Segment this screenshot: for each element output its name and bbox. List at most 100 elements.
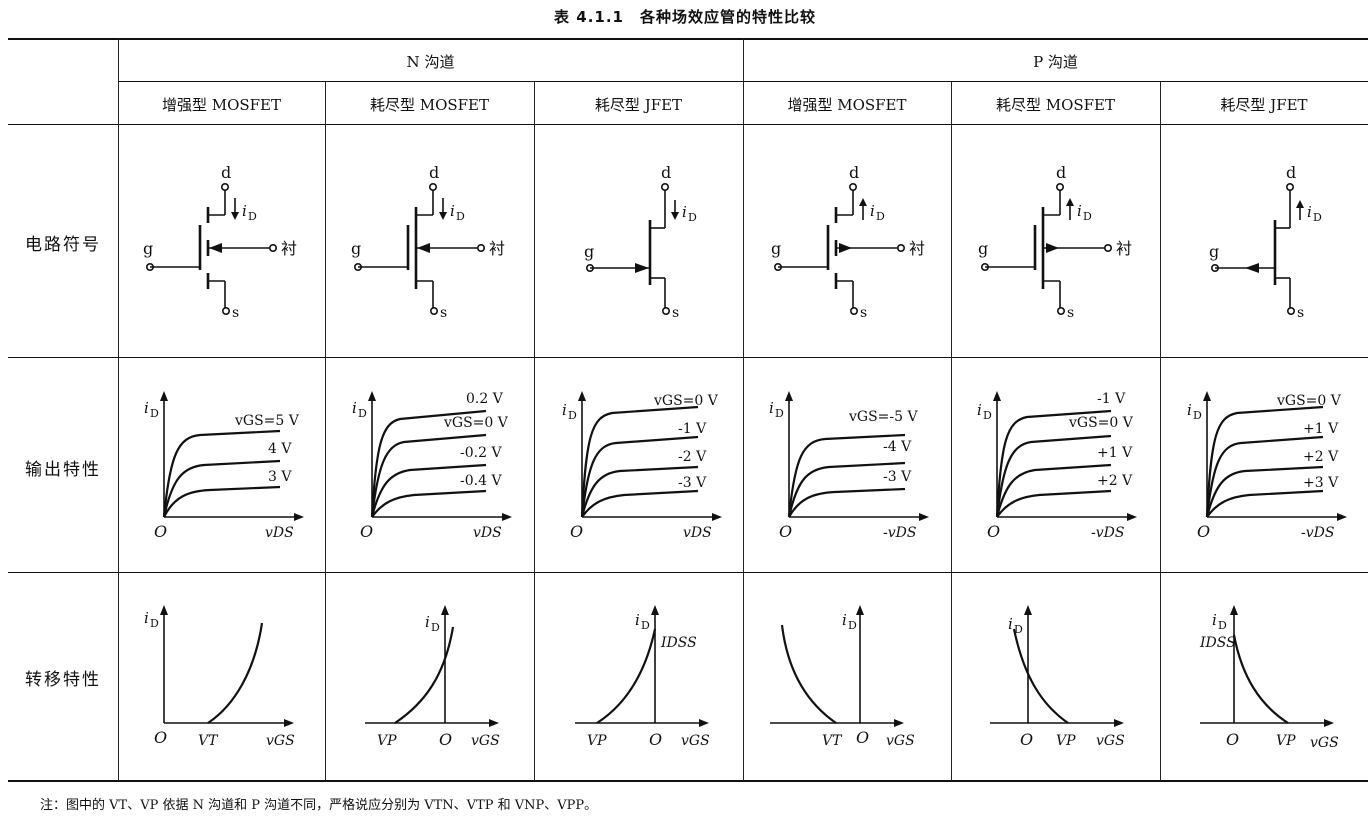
- svg-text:0.2 V: 0.2 V: [466, 391, 504, 407]
- svg-text:D: D: [1313, 211, 1322, 224]
- svg-text:s: s: [672, 305, 679, 321]
- svg-text:D: D: [150, 407, 159, 420]
- svg-text:i: i: [450, 202, 455, 220]
- output-curve-3: iD O vGS=0 V -1 V -2 V -3 V vDS: [558, 385, 733, 555]
- svg-text:i: i: [1212, 611, 1217, 629]
- svg-text:s: s: [860, 305, 867, 321]
- svg-text:衬: 衬: [489, 239, 505, 258]
- svg-text:+1 V: +1 V: [1303, 421, 1339, 437]
- svg-text:D: D: [641, 619, 650, 632]
- svg-text:i: i: [842, 611, 847, 629]
- svg-text:O: O: [570, 522, 583, 541]
- svg-text:D: D: [248, 210, 257, 223]
- svg-text:g: g: [978, 239, 988, 258]
- table-title: 表 4.1.1 各种场效应管的特性比较: [554, 8, 816, 26]
- svg-text:D: D: [876, 210, 885, 223]
- column-header-5: 耗尽型 MOSFET: [995, 96, 1116, 114]
- svg-text:衬: 衬: [909, 239, 925, 258]
- svg-text:i: i: [1307, 203, 1312, 221]
- svg-text:vDS: vDS: [265, 525, 294, 541]
- svg-text:O: O: [154, 728, 167, 747]
- column-header-1: 增强型 MOSFET: [161, 96, 282, 114]
- svg-text:-2 V: -2 V: [678, 449, 707, 465]
- table-bottom-rule: [8, 780, 1368, 782]
- svg-text:O: O: [1020, 730, 1033, 749]
- svg-text:d: d: [1056, 163, 1066, 182]
- svg-text:i: i: [977, 401, 982, 419]
- svg-text:vGS: vGS: [681, 733, 710, 749]
- svg-text:vDS: vDS: [683, 525, 712, 541]
- col-divider-4: [951, 82, 952, 781]
- svg-text:D: D: [688, 211, 697, 224]
- svg-text:i: i: [682, 203, 687, 221]
- svg-text:衬: 衬: [1116, 239, 1132, 258]
- transfer-curve-4: iD VT O vGS: [760, 595, 935, 760]
- svg-text:vGS: vGS: [266, 733, 295, 749]
- svg-text:vGS: vGS: [471, 733, 500, 749]
- svg-text:D: D: [1218, 619, 1227, 632]
- svg-text:D: D: [150, 617, 159, 630]
- svg-text:O: O: [360, 522, 373, 541]
- svg-text:vGS=5 V: vGS=5 V: [234, 413, 300, 429]
- svg-text:D: D: [775, 407, 784, 420]
- svg-text:d: d: [429, 163, 439, 182]
- svg-text:O: O: [1226, 730, 1239, 749]
- svg-text:O: O: [987, 522, 1000, 541]
- col-divider-1: [325, 82, 326, 781]
- row-rule-2: [8, 572, 1368, 573]
- svg-text:-vDS: -vDS: [1301, 525, 1334, 541]
- group-divider: [743, 39, 744, 781]
- svg-text:VP: VP: [587, 733, 607, 749]
- svg-text:vGS=0 V: vGS=0 V: [1276, 393, 1342, 409]
- svg-text:O: O: [649, 730, 662, 749]
- row-rule-1: [8, 357, 1368, 358]
- source-label: s: [232, 305, 239, 321]
- column-header-3: 耗尽型 JFET: [594, 96, 683, 114]
- svg-text:vGS=0 V: vGS=0 V: [443, 415, 509, 431]
- svg-text:VP: VP: [377, 733, 397, 749]
- svg-text:vGS=0 V: vGS=0 V: [653, 393, 719, 409]
- svg-text:g: g: [771, 239, 781, 258]
- svg-text:i: i: [870, 202, 875, 220]
- svg-text:i: i: [242, 202, 247, 220]
- svg-text:s: s: [440, 305, 447, 321]
- svg-text:D: D: [1083, 210, 1092, 223]
- svg-text:+2 V: +2 V: [1097, 473, 1133, 489]
- col-divider-2: [534, 82, 535, 781]
- svg-text:D: D: [848, 619, 857, 632]
- row-label-symbol: 电路符号: [25, 235, 101, 255]
- column-header-rule: [8, 124, 1368, 125]
- svg-text:3 V: 3 V: [268, 469, 292, 485]
- symbol-p-jfet: d g s iD: [1205, 160, 1365, 325]
- svg-text:vDS: vDS: [473, 525, 502, 541]
- svg-text:-3 V: -3 V: [678, 475, 707, 491]
- svg-text:g: g: [351, 239, 361, 258]
- svg-text:-0.4 V: -0.4 V: [460, 473, 502, 489]
- svg-text:i: i: [769, 399, 774, 417]
- svg-text:-vDS: -vDS: [883, 525, 916, 541]
- svg-text:i: i: [425, 613, 430, 631]
- svg-text:vGS: vGS: [1310, 735, 1339, 751]
- svg-text:D: D: [431, 621, 440, 634]
- symbol-n-dep-mosfet: d g 衬 s iD: [348, 160, 528, 325]
- svg-text:-3 V: -3 V: [883, 469, 912, 485]
- svg-text:s: s: [1297, 305, 1304, 321]
- svg-text:i: i: [1187, 401, 1192, 419]
- drain-label: d: [221, 163, 231, 182]
- footnote: 注：图中的 VT、VP 依据 N 沟道和 P 沟道不同，严格说应分别为 VTN、…: [40, 798, 598, 813]
- svg-text:-1 V: -1 V: [1097, 391, 1126, 407]
- transfer-curve-1: iD O VT vGS: [140, 595, 315, 760]
- svg-text:O: O: [154, 522, 167, 541]
- row-label-transfer: 转移特性: [25, 670, 101, 690]
- svg-text:i: i: [562, 401, 567, 419]
- svg-text:VP: VP: [1056, 733, 1076, 749]
- output-curve-2: iD O 0.2 V vGS=0 V -0.2 V -0.4 V vDS: [348, 385, 523, 555]
- svg-text:D: D: [1193, 409, 1202, 422]
- col-divider-5: [1160, 82, 1161, 781]
- svg-text:+3 V: +3 V: [1303, 475, 1339, 491]
- svg-text:vGS=0 V: vGS=0 V: [1068, 415, 1134, 431]
- column-header-2: 耗尽型 MOSFET: [369, 96, 490, 114]
- output-curve-1: iD O vGS=5 V 4 V 3 V vDS: [140, 385, 315, 555]
- svg-text:i: i: [1077, 202, 1082, 220]
- svg-text:-4 V: -4 V: [883, 439, 912, 455]
